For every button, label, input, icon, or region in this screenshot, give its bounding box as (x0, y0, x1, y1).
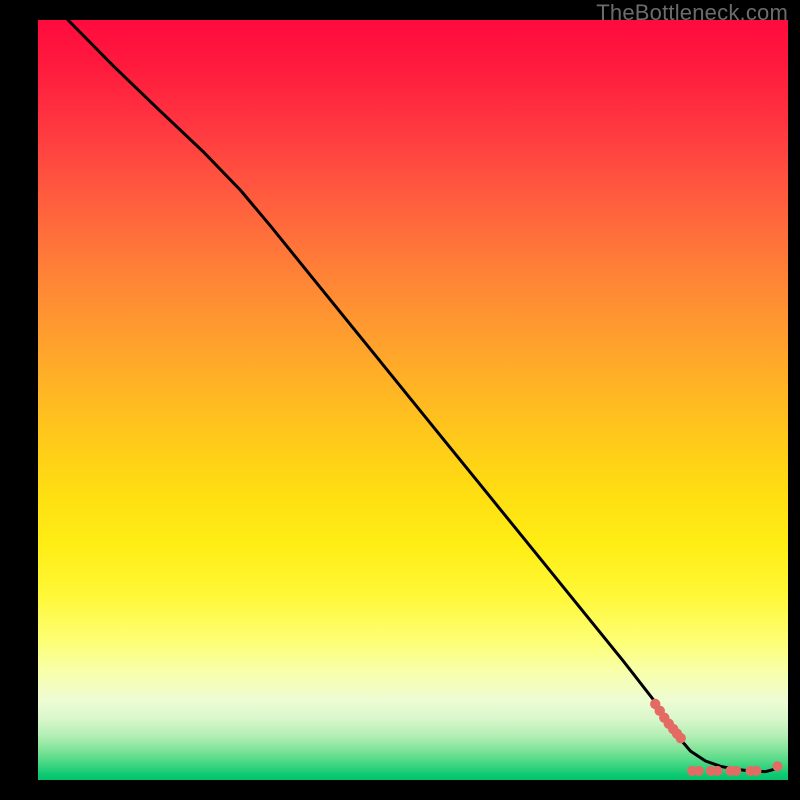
plot-area (38, 20, 788, 780)
data-dot (713, 766, 723, 776)
data-dot (773, 761, 783, 771)
data-dot (676, 733, 686, 743)
curve-series (68, 20, 777, 772)
data-dot (694, 766, 704, 776)
data-dot (752, 766, 762, 776)
chart-svg (38, 20, 788, 780)
watermark-text: TheBottleneck.com (596, 0, 788, 26)
chart-frame: TheBottleneck.com (0, 0, 800, 800)
curve-path (68, 20, 777, 772)
data-dot (731, 766, 741, 776)
